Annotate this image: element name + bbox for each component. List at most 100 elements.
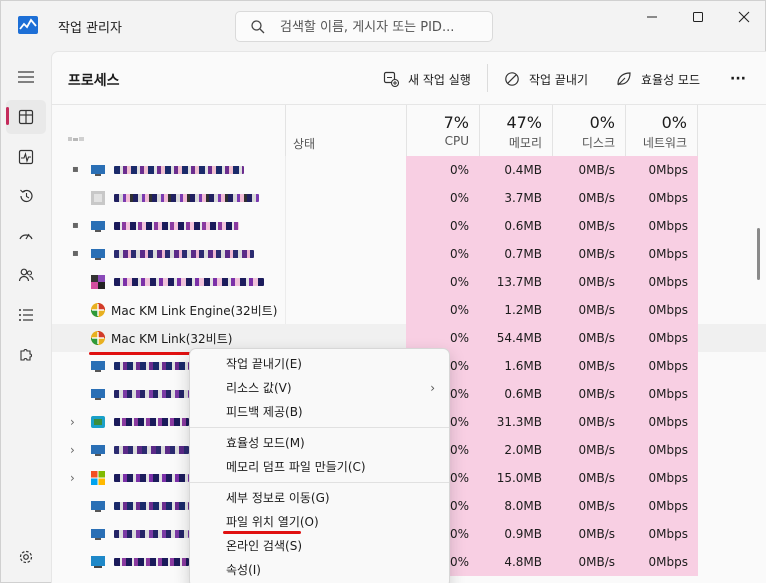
new-task-icon <box>382 70 400 88</box>
maximize-icon <box>693 12 703 22</box>
column-header-cpu[interactable]: 7% CPU <box>406 105 479 157</box>
end-task-label: 작업 끝내기 <box>529 72 589 87</box>
disk-cell: 0MB/s <box>552 548 625 576</box>
network-cell: 0Mbps <box>625 184 698 212</box>
disk-cell: 0MB/s <box>552 156 625 184</box>
column-header-memory[interactable]: 47% 메모리 <box>479 105 552 157</box>
network-cell: 0Mbps <box>625 464 698 492</box>
column-header-network[interactable]: 0% 네트워크 <box>625 105 698 157</box>
network-cell: 0Mbps <box>625 408 698 436</box>
users-icon <box>18 268 34 282</box>
redacted-process-name <box>114 362 189 370</box>
nav-details[interactable] <box>6 298 46 332</box>
redacted-process-name <box>114 558 189 566</box>
network-cell: 0Mbps <box>625 436 698 464</box>
menu-item-resource-values[interactable]: 리소스 값(V) › <box>194 376 447 400</box>
app-icon-redacted <box>91 416 105 428</box>
nav-app-history[interactable] <box>6 179 46 213</box>
more-options-icon: ··· <box>730 71 746 87</box>
title-bar: 작업 관리자 <box>1 1 766 51</box>
mac-km-link-engine-icon <box>91 303 105 317</box>
menu-item-go-to-details[interactable]: 세부 정보로 이동(G) <box>194 486 447 510</box>
app-icon-redacted <box>91 445 105 456</box>
nav-settings[interactable] <box>6 540 46 574</box>
menu-item-label: 온라인 검색(S) <box>226 539 302 553</box>
efficiency-mode-button[interactable]: 효율성 모드 <box>615 68 700 90</box>
memory-total-percent: 47% <box>506 113 542 132</box>
network-cell: 0Mbps <box>625 520 698 548</box>
more-options-button[interactable]: ··· <box>730 68 746 90</box>
memory-cell: 8.0MB <box>479 492 552 520</box>
menu-item-label: 작업 끝내기(E) <box>226 357 302 371</box>
app-icon-redacted <box>91 529 105 540</box>
speedometer-icon <box>19 233 33 240</box>
table-row[interactable]: Mac KM Link Engine(32비트) 0% 1.2MB 0MB/s … <box>52 296 766 324</box>
menu-item-end-task[interactable]: 작업 끝내기(E) <box>194 352 447 376</box>
memory-cell: 0.6MB <box>479 380 552 408</box>
menu-separator <box>190 427 449 428</box>
table-row[interactable]: ▪ 0% 0.6MB 0MB/s 0Mbps <box>52 212 766 240</box>
menu-item-create-memory-dump[interactable]: 메모리 덤프 파일 만들기(C) <box>194 455 447 479</box>
column-header-disk[interactable]: 0% 디스크 <box>552 105 625 157</box>
disk-cell: 0MB/s <box>552 492 625 520</box>
history-icon <box>20 189 33 203</box>
memory-cell: 15.0MB <box>479 464 552 492</box>
navigation-pane <box>1 51 51 583</box>
maximize-button[interactable] <box>675 1 721 33</box>
menu-item-label: 피드백 제공(B) <box>226 405 303 419</box>
task-manager-window: 작업 관리자 검색할 이름, 게시자 또는 PID... 프로세스 새 작업 실… <box>0 0 766 583</box>
expand-chevron-icon[interactable]: › <box>70 471 80 485</box>
memory-cell: 1.6MB <box>479 352 552 380</box>
search-box[interactable] <box>235 11 493 42</box>
network-cell: 0Mbps <box>625 352 698 380</box>
redacted-process-name <box>114 418 189 426</box>
minimize-button[interactable] <box>629 1 675 33</box>
end-task-button[interactable]: 작업 끝내기 <box>503 68 588 90</box>
table-row[interactable]: ▪ 0% 0.4MB 0MB/s 0Mbps <box>52 156 766 184</box>
network-cell: 0Mbps <box>625 156 698 184</box>
hamburger-menu-button[interactable] <box>6 60 46 94</box>
nav-users[interactable] <box>6 258 46 292</box>
network-cell: 0Mbps <box>625 268 698 296</box>
menu-item-properties[interactable]: 속성(I) <box>194 558 447 582</box>
nav-processes[interactable] <box>6 100 46 134</box>
collapsed-marker: ▪ <box>72 248 79 259</box>
disk-cell: 0MB/s <box>552 240 625 268</box>
nav-performance[interactable] <box>6 140 46 174</box>
app-icon-redacted <box>91 471 105 485</box>
memory-cell: 54.4MB <box>479 324 552 352</box>
menu-item-feedback[interactable]: 피드백 제공(B) <box>194 400 447 424</box>
run-new-task-button[interactable]: 새 작업 실행 <box>382 68 471 90</box>
nav-startup-apps[interactable] <box>6 219 46 253</box>
services-puzzle-icon <box>20 349 32 361</box>
process-name: Mac KM Link Engine(32비트) <box>111 304 278 318</box>
redacted-process-name <box>114 250 254 258</box>
expand-chevron-icon[interactable]: › <box>70 443 80 457</box>
search-input[interactable] <box>280 18 485 36</box>
app-icon-redacted <box>91 556 105 568</box>
table-row[interactable]: 0% 13.7MB 0MB/s 0Mbps <box>52 268 766 296</box>
network-cell: 0Mbps <box>625 240 698 268</box>
close-button[interactable] <box>721 1 766 33</box>
network-cell: 0Mbps <box>625 380 698 408</box>
column-header-status[interactable]: 상태 <box>293 135 315 152</box>
menu-item-search-online[interactable]: 온라인 검색(S) <box>194 534 447 558</box>
memory-cell: 1.2MB <box>479 296 552 324</box>
page-title: 프로세스 <box>68 73 120 89</box>
nav-services[interactable] <box>6 338 46 372</box>
table-row[interactable]: 0% 3.7MB 0MB/s 0Mbps <box>52 184 766 212</box>
table-header: 상태 7% CPU 47% 메모리 0% 디스크 0% 네트워크 <box>52 104 766 157</box>
menu-item-efficiency-mode[interactable]: 효율성 모드(M) <box>194 431 447 455</box>
expand-chevron-icon[interactable]: › <box>70 415 80 429</box>
app-icon-redacted <box>91 191 105 205</box>
redacted-process-name <box>114 390 189 398</box>
app-icon-redacted <box>91 501 105 512</box>
vertical-scrollbar[interactable] <box>757 228 760 280</box>
disk-cell: 0MB/s <box>552 296 625 324</box>
nav-active-indicator <box>6 107 9 125</box>
cpu-total-percent: 7% <box>443 113 469 132</box>
table-row[interactable]: ▪ 0% 0.7MB 0MB/s 0Mbps <box>52 240 766 268</box>
cpu-cell: 0% <box>406 240 479 268</box>
hamburger-icon <box>18 71 34 83</box>
menu-item-label: 속성(I) <box>226 563 261 577</box>
